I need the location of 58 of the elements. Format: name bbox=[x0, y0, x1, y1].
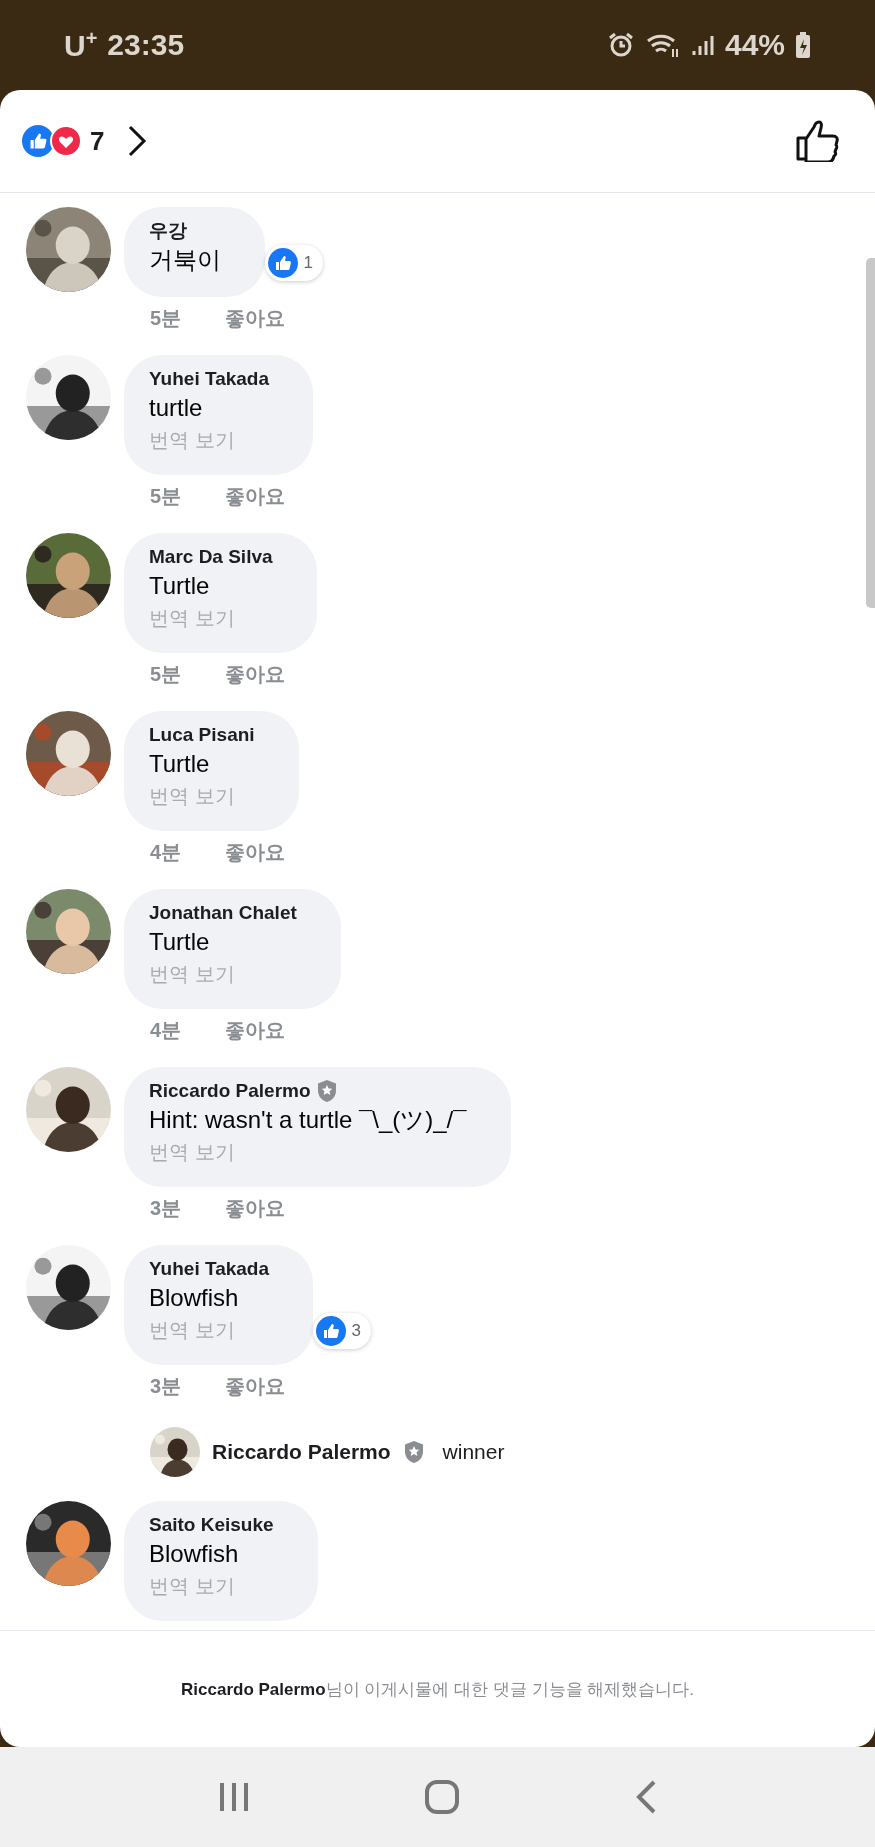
reaction-count[interactable]: 7 bbox=[90, 125, 105, 157]
shield-star-icon bbox=[315, 1079, 338, 1103]
comment-text: Turtle bbox=[149, 927, 211, 957]
comment-text: Blowfish bbox=[149, 1283, 240, 1313]
author-name[interactable]: Marc Da Silva bbox=[149, 545, 273, 569]
comment-time: 3분 bbox=[150, 1195, 182, 1221]
alarm-clock-icon bbox=[606, 31, 635, 59]
like-link[interactable]: 좋아요 bbox=[225, 838, 286, 866]
reply-text: winner bbox=[442, 1440, 505, 1464]
chevron-right-icon[interactable] bbox=[126, 124, 149, 158]
comment-text: Blowfish bbox=[149, 1539, 240, 1569]
clock-time: 23:35 bbox=[107, 28, 185, 62]
author-name[interactable]: 우강 bbox=[149, 219, 187, 243]
thumbs-up-icon[interactable] bbox=[795, 120, 841, 162]
like-reaction-icon bbox=[22, 125, 54, 157]
comment-text: turtle bbox=[149, 393, 204, 423]
see-translation-link[interactable]: 번역 보기 bbox=[149, 1315, 270, 1345]
battery-charging-icon bbox=[795, 31, 811, 59]
comment-time: 4분 bbox=[150, 839, 182, 865]
comment-time: 5분 bbox=[150, 305, 182, 331]
author-name[interactable]: Riccardo Palermo bbox=[149, 1079, 311, 1103]
author-name[interactable]: Luca Pisani bbox=[149, 723, 255, 747]
like-link[interactable]: 좋아요 bbox=[225, 660, 286, 688]
comments-disabled-notice: Riccardo Palermo님이 이게시물에 대한 댓글 기능을 해제했습니다. bbox=[181, 1678, 694, 1701]
see-translation-link[interactable]: 번역 보기 bbox=[149, 1571, 274, 1601]
see-translation-link[interactable]: 번역 보기 bbox=[149, 603, 273, 633]
like-link[interactable]: 좋아요 bbox=[225, 1194, 286, 1222]
comment-time: 4분 bbox=[150, 1017, 182, 1043]
reaction-badge[interactable]: 1 bbox=[264, 245, 323, 281]
comment-time: 5분 bbox=[150, 661, 182, 687]
love-reaction-icon bbox=[50, 125, 82, 157]
like-link[interactable]: 좋아요 bbox=[225, 1372, 286, 1400]
like-link[interactable]: 좋아요 bbox=[225, 304, 286, 332]
battery-percent: 44% bbox=[724, 28, 785, 62]
author-name[interactable]: Jonathan Chalet bbox=[149, 901, 297, 925]
shield-star-icon bbox=[402, 1440, 425, 1464]
see-translation-link[interactable]: 번역 보기 bbox=[149, 1137, 467, 1167]
reaction-badge[interactable]: 3 bbox=[312, 1313, 372, 1349]
comment-text: 거북이 bbox=[149, 245, 221, 275]
see-translation-link[interactable]: 번역 보기 bbox=[149, 425, 270, 455]
comment-text: Hint: wasn't a turtle ¯\_(ツ)_/¯ bbox=[149, 1105, 467, 1135]
like-link[interactable]: 좋아요 bbox=[225, 482, 286, 510]
comment-text: Turtle bbox=[149, 749, 211, 779]
see-translation-link[interactable]: 번역 보기 bbox=[149, 959, 297, 989]
author-name[interactable]: Riccardo Palermo bbox=[212, 1440, 391, 1464]
like-reaction-icon bbox=[267, 248, 298, 278]
author-name[interactable]: Yuhei Takada bbox=[149, 1257, 270, 1281]
comment-text: Turtle bbox=[149, 571, 211, 601]
see-translation-link[interactable]: 번역 보기 bbox=[149, 781, 255, 811]
like-reaction-icon bbox=[315, 1316, 346, 1346]
comment-time: 3분 bbox=[150, 1373, 182, 1399]
carrier-label: U$^{+}$ bbox=[64, 27, 98, 63]
author-name[interactable]: Yuhei Takada bbox=[149, 367, 270, 391]
scrollbar[interactable] bbox=[866, 258, 875, 608]
home-icon[interactable] bbox=[424, 1779, 461, 1815]
author-name[interactable]: Saito Keisuke bbox=[149, 1513, 274, 1537]
comment-time: 5분 bbox=[150, 483, 182, 509]
like-link[interactable]: 좋아요 bbox=[225, 1016, 286, 1044]
